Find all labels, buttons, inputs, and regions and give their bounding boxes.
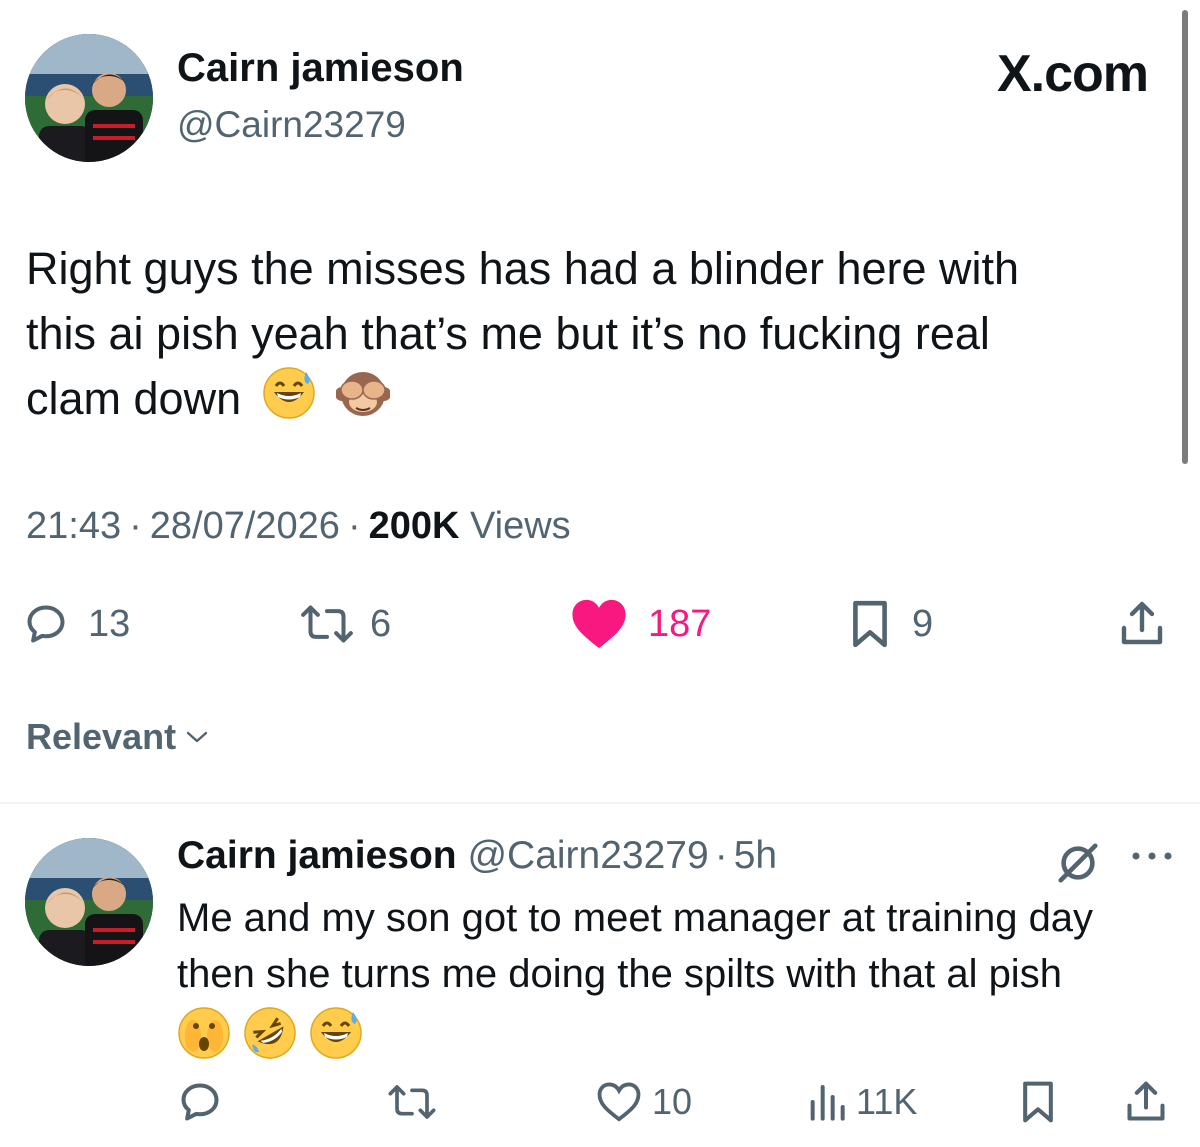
reply-repost-button[interactable] [386,1074,438,1130]
heart-filled-icon [572,599,626,649]
reply-bookmark-button[interactable] [1018,1074,1058,1130]
reply-count: 13 [88,602,131,645]
reply-button[interactable]: 13 [24,592,130,656]
reply-header: Cairn jamieson @Cairn23279 · 5h [177,834,777,878]
separator-dot: · [129,505,142,547]
views-chart-icon [810,1085,845,1121]
author-name[interactable]: Cairn jamieson [177,46,464,91]
sort-replies-dropdown[interactable]: Relevant [26,716,208,758]
tweet-actions: 13 6 187 9 [0,592,1200,656]
reply-icon [27,605,65,643]
repost-button[interactable]: 6 [298,592,391,656]
share-icon [1127,1081,1165,1121]
reply-share-button[interactable] [1124,1074,1168,1130]
separator-dot: · [714,834,728,877]
like-button[interactable]: 187 [570,592,711,656]
separator-dot: · [347,505,361,547]
avatar-photo [25,838,153,966]
tweet-text: Right guys the misses has had a blinder … [26,236,1146,437]
reply-text-line: then she turns me doing the spilts with … [177,952,1062,996]
reply-text-line: Me and my son got to meet manager at tra… [177,896,1094,940]
reply-icon [181,1083,219,1121]
reply-reply-button[interactable] [178,1074,222,1130]
scrollbar[interactable] [1182,10,1188,464]
tweet-text-line: this ai pish yeah that’s me but it’s no … [26,308,990,359]
face-with-open-eyes-and-hand-over-mouth-icon [178,1007,230,1059]
views-count: 200K [368,505,460,547]
tweet-time[interactable]: 21:43 [26,505,121,547]
tweet-text-line: clam down [26,366,1146,437]
reply-like-count: 10 [652,1081,693,1122]
repost-icon [388,1085,436,1119]
see-no-evil-monkey-icon [335,366,392,437]
share-icon [1121,601,1163,645]
tweet-text-line: Right guys the misses has had a blinder … [26,243,1020,294]
reply-author-name[interactable]: Cairn jamieson [177,834,457,877]
share-button[interactable] [1118,592,1166,656]
bookmark-count: 9 [912,602,934,645]
reply-views-button[interactable]: 11K [806,1074,917,1130]
tweet-date[interactable]: 28/07/2026 [150,505,340,547]
avatar-photo [25,34,153,162]
reply-time[interactable]: 5h [734,834,777,877]
more-options-button[interactable] [1130,846,1174,871]
chevron-down-icon [186,731,208,743]
tweet-meta: 21:43 · 28/07/2026 · 200K Views [26,505,571,548]
bookmark-icon [853,600,887,648]
reply-author-handle[interactable]: @Cairn23279 [467,834,708,877]
grinning-sweat-emoji-icon [310,1007,362,1059]
reply-emoji-row [177,1006,363,1060]
rolling-on-floor-laughing-icon [244,1007,296,1059]
like-count: 187 [648,602,712,645]
grok-icon [1058,843,1098,883]
divider [0,802,1200,804]
reply-views-count: 11K [856,1081,918,1122]
reply-like-button[interactable]: 10 [596,1074,692,1130]
author-avatar[interactable] [25,34,153,162]
heart-outline-icon [597,1082,641,1122]
repost-icon [301,605,353,643]
tweet-text-line-text: clam down [26,373,242,424]
reply-text: Me and my son got to meet manager at tra… [177,890,1187,1002]
bookmark-button[interactable]: 9 [848,592,933,656]
author-handle[interactable]: @Cairn23279 [177,104,406,146]
brand-watermark: X.com [996,45,1149,103]
grok-button[interactable] [1055,840,1101,891]
more-options-icon [1132,852,1172,860]
reply-actions: 10 11K [0,1074,1200,1130]
bookmark-icon [1023,1081,1053,1123]
reply-author-avatar[interactable] [25,838,153,966]
sort-label: Relevant [26,716,177,757]
grinning-sweat-emoji-icon [262,366,316,437]
views-label: Views [470,505,571,547]
repost-count: 6 [370,602,392,645]
